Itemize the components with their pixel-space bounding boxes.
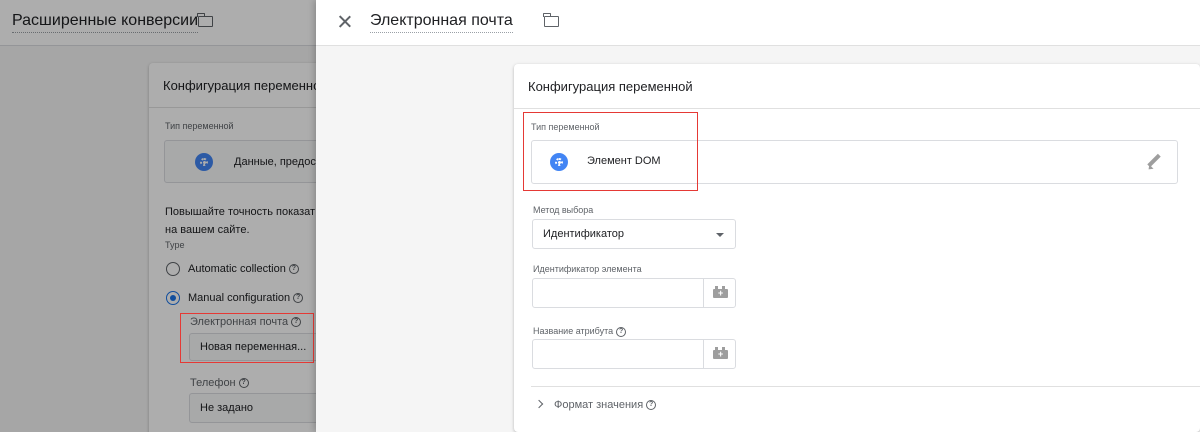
annotation-highlight-var-type bbox=[523, 112, 698, 191]
help-icon[interactable]: ? bbox=[646, 400, 657, 411]
method-select[interactable]: Идентификатор bbox=[532, 219, 736, 249]
element-id-input[interactable] bbox=[532, 278, 704, 308]
variable-brick-icon: + bbox=[713, 286, 728, 298]
method-label: Метод выбора bbox=[533, 205, 594, 215]
attribute-label: Название атрибута? bbox=[533, 326, 627, 337]
chevron-down-icon bbox=[716, 233, 724, 237]
variable-config-card: Конфигурация переменной Тип переменной Э… bbox=[514, 64, 1200, 432]
chevron-right-icon bbox=[534, 399, 544, 409]
panel-header: Электронная почта bbox=[316, 0, 1200, 46]
attribute-name-input[interactable] bbox=[532, 339, 704, 369]
value-format-text: Формат значения bbox=[554, 399, 644, 411]
variable-editor-panel: Электронная почта Конфигурация переменно… bbox=[316, 0, 1200, 432]
close-icon[interactable] bbox=[336, 13, 354, 31]
annotation-highlight-email bbox=[180, 313, 314, 363]
pencil-icon[interactable] bbox=[1145, 153, 1163, 171]
overlay-scrim[interactable] bbox=[0, 0, 316, 432]
card-title: Конфигурация переменной bbox=[514, 64, 1200, 109]
element-id-label: Идентификатор элемента bbox=[533, 264, 642, 274]
value-format-label: Формат значения? bbox=[554, 399, 657, 411]
help-icon[interactable]: ? bbox=[616, 326, 627, 337]
attribute-label-text: Название атрибута bbox=[533, 326, 614, 336]
panel-title[interactable]: Электронная почта bbox=[370, 12, 513, 33]
variable-brick-icon: + bbox=[713, 347, 728, 359]
method-select-value: Идентификатор bbox=[543, 228, 624, 240]
insert-variable-button[interactable]: + bbox=[703, 339, 736, 369]
divider bbox=[531, 386, 1200, 387]
folder-icon[interactable] bbox=[543, 13, 559, 27]
insert-variable-button[interactable]: + bbox=[703, 278, 736, 308]
